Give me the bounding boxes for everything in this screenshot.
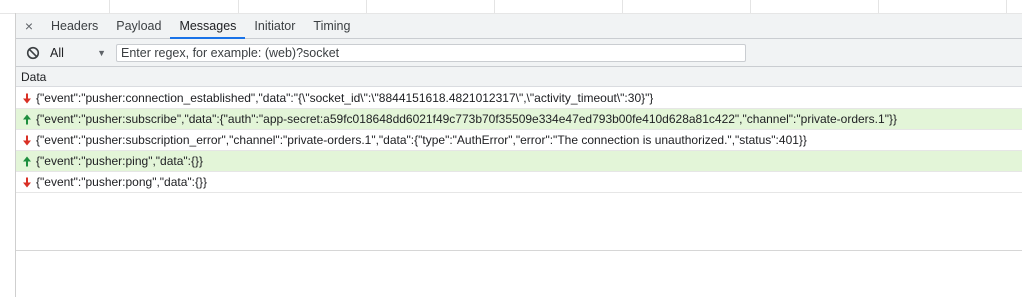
arrow-down-icon [22, 93, 36, 104]
block-icon[interactable] [16, 46, 50, 60]
tab-timing[interactable]: Timing [304, 14, 359, 38]
column-divider [238, 0, 239, 13]
column-divider [494, 0, 495, 13]
message-data: {"event":"pusher:connection_established"… [36, 91, 654, 105]
messages-empty-space [16, 193, 1022, 251]
message-data: {"event":"pusher:subscription_error","ch… [36, 133, 807, 147]
message-data: {"event":"pusher:subscribe","data":{"aut… [36, 112, 897, 126]
arrow-up-icon [22, 114, 36, 125]
request-list-strip [0, 0, 1022, 14]
message-type-select[interactable]: All ▼ [50, 46, 116, 60]
column-divider [1006, 0, 1007, 13]
message-row[interactable]: {"event":"pusher:ping","data":{}} [16, 151, 1022, 172]
message-filter-bar: All ▼ [16, 39, 1022, 67]
message-data: {"event":"pusher:ping","data":{}} [36, 154, 204, 168]
tab-initiator[interactable]: Initiator [245, 14, 304, 38]
column-divider [878, 0, 879, 13]
tab-headers[interactable]: Headers [42, 14, 107, 38]
column-divider [366, 0, 367, 13]
column-divider [109, 0, 110, 13]
arrow-down-icon [22, 177, 36, 188]
message-row[interactable]: {"event":"pusher:subscribe","data":{"aut… [16, 109, 1022, 130]
tab-messages[interactable]: Messages [170, 14, 246, 39]
messages-list: {"event":"pusher:connection_established"… [16, 88, 1022, 193]
close-icon[interactable]: × [16, 14, 42, 38]
message-row[interactable]: {"event":"pusher:pong","data":{}} [16, 172, 1022, 193]
column-divider [750, 0, 751, 13]
message-data: {"event":"pusher:pong","data":{}} [36, 175, 208, 189]
chevron-down-icon: ▼ [97, 47, 106, 58]
column-divider [622, 0, 623, 13]
detail-tabbar: × Headers Payload Messages Initiator Tim… [16, 14, 1022, 39]
message-row[interactable]: {"event":"pusher:subscription_error","ch… [16, 130, 1022, 151]
data-column-header[interactable]: Data [16, 67, 1022, 87]
message-type-value: All [50, 45, 64, 60]
message-row[interactable]: {"event":"pusher:connection_established"… [16, 88, 1022, 109]
arrow-down-icon [22, 135, 36, 146]
tab-payload[interactable]: Payload [107, 14, 170, 38]
arrow-up-icon [22, 156, 36, 167]
regex-filter-input[interactable] [116, 43, 746, 62]
